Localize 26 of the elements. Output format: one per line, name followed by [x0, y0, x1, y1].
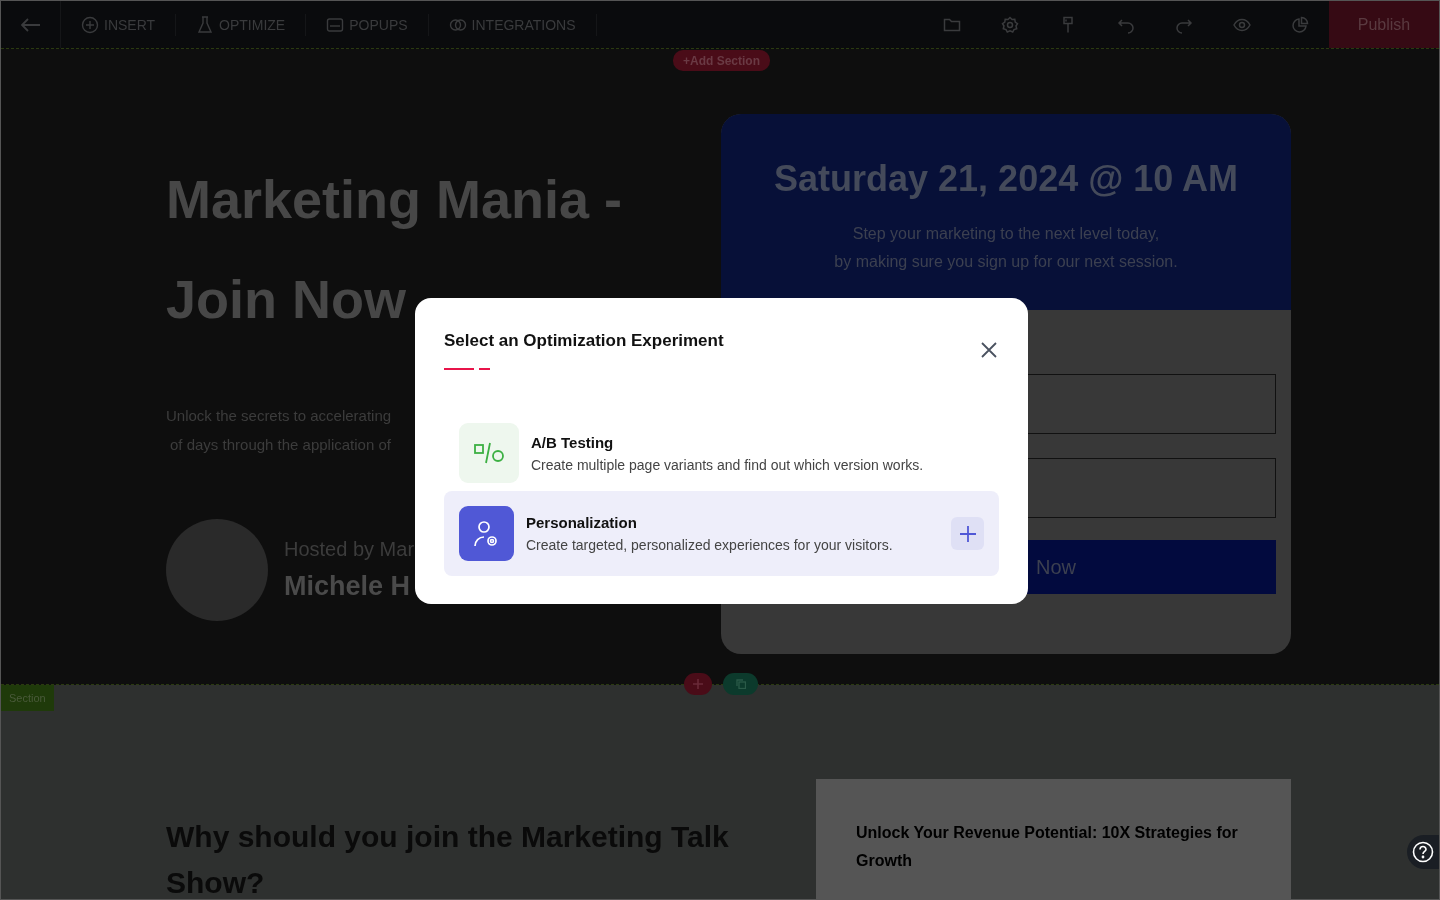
experiment-option[interactable]: Personalization Create targeted, personalized experiences for your visitors.	[444, 491, 999, 576]
help-button[interactable]	[1407, 835, 1439, 869]
plus-icon	[693, 679, 703, 689]
close-button[interactable]	[980, 341, 998, 359]
option-title: A/B Testing	[531, 433, 615, 451]
option-title: Personalization	[526, 514, 638, 531]
option-description: Create targeted, personalized experiences for your visitors.	[526, 537, 894, 553]
arrow-left-icon	[20, 17, 41, 32]
plus-circle-icon	[81, 15, 99, 34]
card-title: Unlock Your Revenue Potential: 10X Strategies for Growth	[856, 823, 1239, 871]
hero-title: Join Now	[166, 268, 406, 331]
duplicate-button[interactable]	[723, 673, 758, 695]
shapes-icon	[459, 423, 519, 483]
dialog-title: Select an Optimization Experiment	[444, 331, 724, 351]
add-button[interactable]	[951, 517, 984, 550]
hero-title: Marketing Mania -	[166, 168, 623, 231]
host-name: Michele H	[284, 571, 412, 602]
flask-icon	[196, 15, 215, 34]
event-date: Saturday 21, 2024 @ 10 AM	[774, 158, 1238, 200]
plus-icon	[959, 525, 976, 542]
card-icon	[326, 15, 345, 34]
experiment-option[interactable]: A/B Testing Create multiple page variants and find out which version works.	[444, 415, 999, 491]
user-settings-icon	[459, 506, 514, 561]
option-description: Create multiple page variants and find out which version works.	[531, 456, 925, 473]
copy-icon	[735, 679, 746, 689]
title-underline-icon	[444, 368, 490, 371]
